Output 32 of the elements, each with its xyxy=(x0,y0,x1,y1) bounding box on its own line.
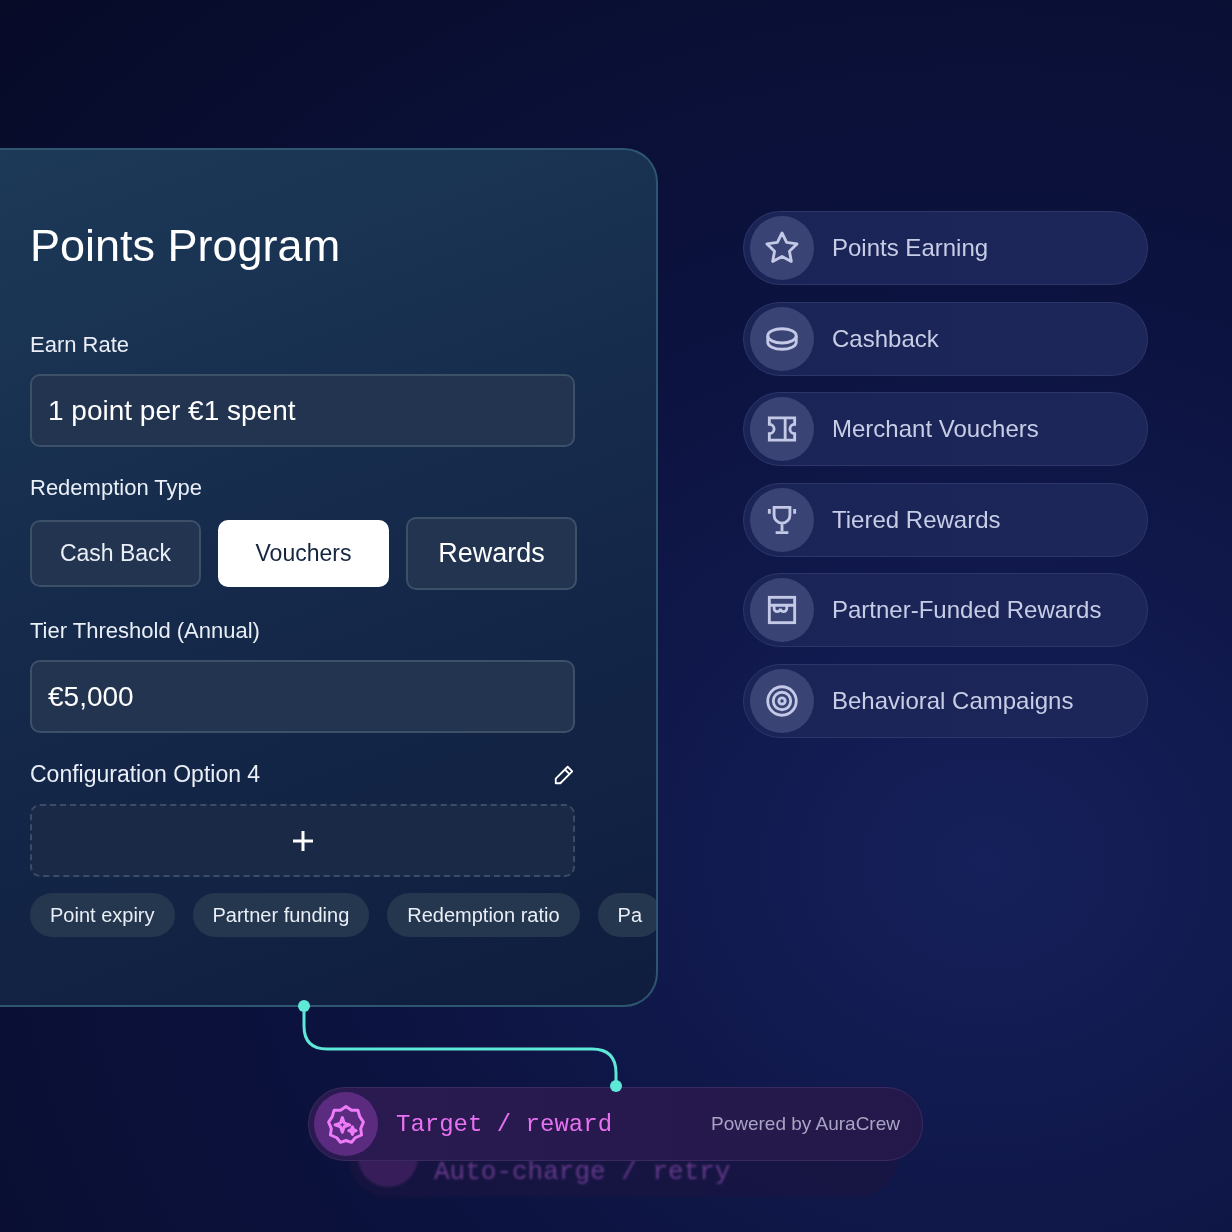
target-label: Target / reward xyxy=(396,1110,614,1138)
category-pill[interactable]: Merchant Vouchers xyxy=(743,392,1148,466)
category-label: Merchant Vouchers xyxy=(832,415,1039,443)
option-chip[interactable]: Redemption ratio xyxy=(387,893,580,937)
category-label: Behavioral Campaigns xyxy=(832,686,1074,715)
option-button[interactable]: Cash Back xyxy=(30,520,201,587)
field-label: Configuration Option 4 xyxy=(30,761,261,788)
category-label: Points Earning xyxy=(832,234,989,262)
card-title: Points Program xyxy=(30,220,342,272)
category-label: Partner-Funded Rewards xyxy=(832,596,1102,624)
pencil-icon[interactable] xyxy=(553,763,575,786)
sparkle-icon xyxy=(324,1102,368,1146)
option-button[interactable]: Rewards xyxy=(406,517,577,590)
blurred-label: Auto-charge / retry xyxy=(434,1157,731,1187)
input-field[interactable]: 1 point per €1 spent xyxy=(30,374,575,447)
field-label: Redemption Type xyxy=(30,475,204,501)
input-field[interactable]: €5,000 xyxy=(30,660,575,733)
field-label: Earn Rate xyxy=(30,332,131,358)
option-chip[interactable]: Partner funding xyxy=(192,893,370,937)
category-pill[interactable]: Partner-Funded Rewards xyxy=(743,573,1148,647)
category-label: Cashback xyxy=(832,324,939,353)
option-chip[interactable]: Point expiry xyxy=(30,893,175,937)
powered-by-text: Powered by AuraCrew xyxy=(710,1113,900,1135)
category-pill[interactable]: Cashback xyxy=(743,301,1148,376)
plus-icon xyxy=(290,828,315,853)
field-label: Tier Threshold (Annual) xyxy=(30,618,261,644)
category-label: Tiered Rewards xyxy=(832,505,1001,534)
option-chip[interactable]: Pa xyxy=(597,893,656,937)
option-button[interactable]: Vouchers xyxy=(218,520,389,587)
category-pill[interactable]: Tiered Rewards xyxy=(743,482,1148,557)
category-pill[interactable]: Behavioral Campaigns xyxy=(743,663,1148,738)
category-pill[interactable]: Points Earning xyxy=(743,211,1148,285)
